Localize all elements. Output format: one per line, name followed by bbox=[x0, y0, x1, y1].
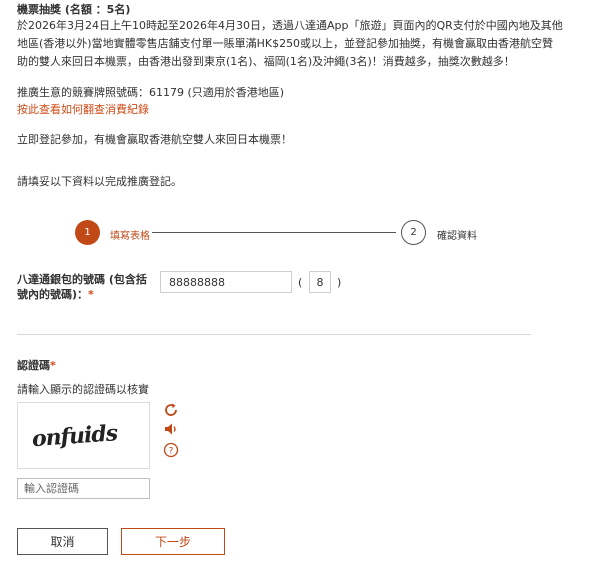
step-1-indicator: 1 bbox=[75, 220, 100, 245]
join-promo-text: 立即登記參加，有機會贏取香港航空雙人來回日本機票！ bbox=[17, 133, 292, 146]
check-digit-input[interactable] bbox=[309, 271, 331, 293]
captcha-image-text: onfuids bbox=[31, 420, 118, 452]
captcha-title: 認證碼* bbox=[17, 357, 56, 373]
description-line-2: 地區(香港以外)當地實體零售店舖支付單一賬單滿HK$250或以上，並登記參加抽獎… bbox=[17, 37, 554, 50]
cancel-button[interactable]: 取消 bbox=[17, 528, 108, 555]
octopus-number-input[interactable] bbox=[160, 271, 292, 293]
section-divider bbox=[17, 334, 531, 335]
captcha-required-mark: * bbox=[50, 359, 56, 372]
check-digit-paren-open: ( bbox=[298, 276, 303, 289]
octopus-number-label-text: 八達通銀包的號碼 (包含括號內的號碼)： bbox=[17, 273, 147, 301]
captcha-input[interactable] bbox=[17, 478, 150, 499]
description-line-1: 於2026年3月24日上午10時起至2026年4月30日，透過八達通App「旅遊… bbox=[17, 19, 563, 32]
how-to-check-spending-link[interactable]: 按此查看如何翻查消費紀錄 bbox=[17, 101, 149, 117]
octopus-number-label: 八達通銀包的號碼 (包含括號內的號碼)：* bbox=[17, 272, 157, 302]
refresh-icon[interactable] bbox=[163, 402, 179, 418]
fill-form-prompt: 請填妥以下資料以完成推廣登記。 bbox=[17, 175, 182, 188]
licence-number-text: 推廣生意的競賽牌照號碼：61179 (只適用於香港地區) bbox=[17, 86, 285, 99]
help-icon[interactable]: ? bbox=[163, 442, 179, 458]
required-mark: * bbox=[88, 288, 94, 301]
captcha-image: onfuids bbox=[17, 402, 150, 469]
description-line-3: 助的雙人來回日本機票，由香港出發到東京(1名)、福岡(1名)及沖繩(3名)！消費… bbox=[17, 55, 515, 68]
check-digit-paren-close: ) bbox=[337, 276, 342, 289]
help-icon-glyph: ? bbox=[169, 447, 174, 457]
captcha-title-text: 認證碼 bbox=[17, 359, 50, 372]
step-2-label: 確認資料 bbox=[437, 231, 477, 242]
step-2-indicator: 2 bbox=[401, 220, 426, 245]
next-step-button[interactable]: 下一步 bbox=[121, 528, 225, 555]
speaker-icon[interactable] bbox=[163, 421, 179, 437]
captcha-instruction: 請輸入顯示的認證碼以核實 bbox=[17, 383, 149, 396]
step-connector-line bbox=[152, 232, 396, 233]
step-1-label: 填寫表格 bbox=[110, 231, 150, 242]
prize-heading: 機票抽獎 (名額 ：5名) bbox=[17, 3, 131, 16]
